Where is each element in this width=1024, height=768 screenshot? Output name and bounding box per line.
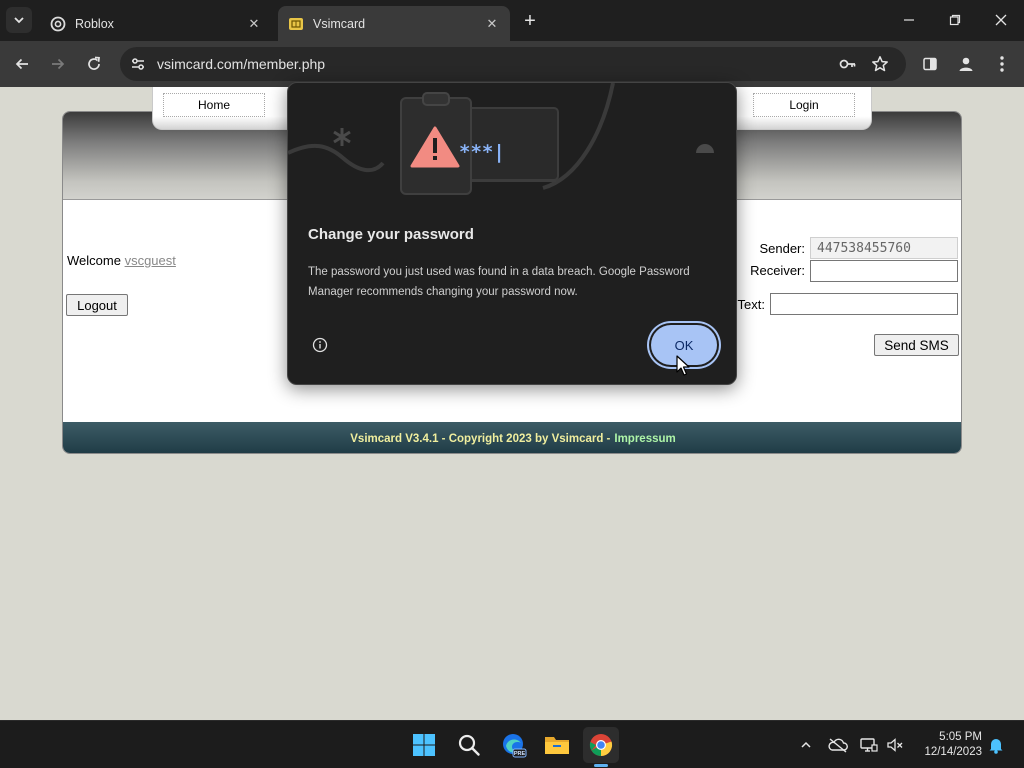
new-tab-button[interactable]: + xyxy=(518,9,542,33)
restore-icon[interactable] xyxy=(943,8,967,32)
tab-search-button[interactable] xyxy=(6,7,32,33)
key-icon[interactable] xyxy=(838,54,858,74)
chevron-down-icon xyxy=(14,17,24,24)
mouse-cursor xyxy=(676,355,690,376)
dialog-message: The password you just used was found in … xyxy=(308,266,690,298)
search-icon[interactable] xyxy=(451,727,487,763)
impressum-link[interactable]: Impressum xyxy=(614,433,675,445)
message-text-field[interactable] xyxy=(770,293,958,315)
reload-icon[interactable] xyxy=(82,52,106,76)
info-icon[interactable] xyxy=(312,337,328,353)
notification-bell-icon[interactable] xyxy=(986,735,1006,755)
browser-toolbar: vsimcard.com/member.php xyxy=(0,41,1024,87)
asterisk-icon xyxy=(333,128,351,146)
network-icon[interactable] xyxy=(859,735,879,755)
clock-time: 5:05 PM xyxy=(939,731,982,743)
volume-muted-icon[interactable] xyxy=(885,735,905,755)
tab-vsimcard[interactable]: Vsimcard ✕ xyxy=(278,6,510,41)
tab-title: Vsimcard xyxy=(313,16,366,31)
address-bar[interactable]: vsimcard.com/member.php xyxy=(120,47,906,81)
password-warning-illustration: ***| xyxy=(288,83,714,195)
receiver-label: Receiver: xyxy=(750,263,805,278)
password-breach-dialog: ***| Change your password The password y… xyxy=(287,82,737,385)
file-explorer-icon[interactable] xyxy=(539,727,575,763)
decorative-dome xyxy=(696,144,714,153)
system-clock[interactable]: 5:05 PM 12/14/2023 xyxy=(914,730,982,760)
close-icon[interactable]: ✕ xyxy=(246,16,262,32)
close-icon[interactable]: ✕ xyxy=(484,16,500,32)
site-settings-icon[interactable] xyxy=(128,54,148,74)
chevron-up-icon[interactable] xyxy=(796,735,816,755)
sender-field[interactable] xyxy=(810,237,958,259)
send-sms-button[interactable]: Send SMS xyxy=(874,334,959,356)
back-arrow-icon[interactable] xyxy=(10,52,34,76)
nav-login[interactable]: Login xyxy=(753,93,855,117)
page-footer: Vsimcard V3.4.1 - Copyright 2023 by Vsim… xyxy=(63,422,961,453)
edge-beta-icon[interactable]: PRE xyxy=(496,727,532,763)
tab-roblox[interactable]: Roblox ✕ xyxy=(40,6,272,41)
chrome-icon[interactable] xyxy=(583,727,619,763)
more-menu-icon[interactable] xyxy=(990,52,1014,76)
windows-start-icon[interactable] xyxy=(406,727,442,763)
forward-arrow-icon[interactable] xyxy=(46,52,70,76)
clock-date: 12/14/2023 xyxy=(924,746,982,758)
windows-taskbar: PRE 5:05 PM 12/14/2023 xyxy=(0,720,1024,768)
footer-copyright: Vsimcard V3.4.1 - Copyright 2023 by Vsim… xyxy=(350,432,611,445)
sim-card-icon xyxy=(288,16,304,32)
username-link[interactable]: vscguest xyxy=(125,253,176,268)
sender-label: Sender: xyxy=(759,241,805,256)
profile-icon[interactable] xyxy=(954,52,978,76)
roblox-icon xyxy=(50,16,66,32)
onedrive-offline-icon[interactable] xyxy=(828,735,848,755)
url-text: vsimcard.com/member.php xyxy=(157,56,326,72)
receiver-field[interactable] xyxy=(810,260,958,282)
side-panel-icon[interactable] xyxy=(918,52,942,76)
browser-tab-strip: Roblox ✕ Vsimcard ✕ + xyxy=(0,0,1024,41)
welcome-message: Welcome vscguest xyxy=(67,253,176,268)
window-close-icon[interactable] xyxy=(989,8,1013,32)
logout-button[interactable]: Logout xyxy=(66,294,128,316)
dialog-title: Change your password xyxy=(308,226,474,243)
welcome-prefix: Welcome xyxy=(67,253,121,268)
masked-password-text: ***| xyxy=(459,141,505,163)
nav-home[interactable]: Home xyxy=(163,93,265,117)
tab-title: Roblox xyxy=(75,16,114,31)
active-app-indicator xyxy=(594,764,608,767)
minimize-icon[interactable] xyxy=(897,8,921,32)
bookmark-star-icon[interactable] xyxy=(870,54,890,74)
svg-text:PRE: PRE xyxy=(514,751,526,757)
